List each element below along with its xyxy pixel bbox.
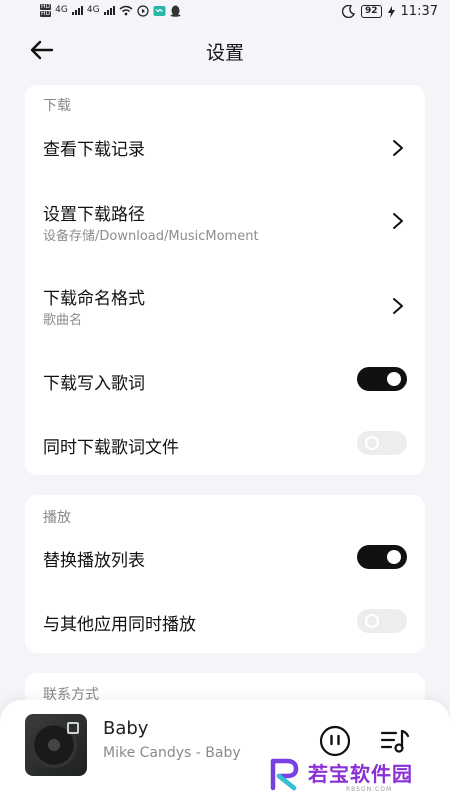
replace-playlist-toggle[interactable] bbox=[357, 545, 407, 569]
row-label: 替换播放列表 bbox=[43, 551, 145, 571]
album-logo-mark bbox=[67, 722, 79, 734]
moon-icon bbox=[342, 5, 355, 18]
playback-settings-card: 播放 替换播放列表 与其他应用同时播放 bbox=[25, 495, 425, 653]
section-title-download: 下载 bbox=[43, 98, 71, 114]
download-path-value: 设备存储/Download/MusicMoment bbox=[43, 229, 259, 244]
toggle-knob bbox=[387, 372, 401, 386]
charging-icon bbox=[387, 5, 395, 18]
section-title-playback: 播放 bbox=[43, 510, 71, 526]
row-label: 查看下载记录 bbox=[43, 140, 145, 160]
signal-icon-1 bbox=[71, 6, 83, 15]
watermark-text: 若宝软件园 bbox=[308, 762, 413, 786]
hd-label-2: HD bbox=[40, 10, 52, 17]
playlist-icon[interactable] bbox=[380, 727, 410, 755]
signal-icon-2 bbox=[103, 6, 115, 15]
write-lyrics-toggle[interactable] bbox=[357, 367, 407, 391]
pause-button-icon[interactable] bbox=[319, 725, 351, 757]
row-view-download-history[interactable]: 查看下载记录 bbox=[25, 115, 425, 181]
battery-level: 92 bbox=[361, 5, 382, 18]
tv-app-icon bbox=[153, 5, 166, 16]
mix-with-other-apps-toggle[interactable] bbox=[357, 609, 407, 633]
watermark-url: RBSGN.COM bbox=[346, 786, 393, 793]
qq-icon bbox=[170, 5, 181, 17]
watermark-logo-icon bbox=[270, 758, 299, 791]
toggle-knob bbox=[387, 550, 401, 564]
clock: 11:37 bbox=[400, 4, 438, 19]
site-watermark: 若宝软件园 RBSGN.COM bbox=[268, 757, 433, 795]
chevron-right-icon bbox=[393, 213, 403, 229]
toggle-knob bbox=[365, 436, 379, 450]
status-right-group: 92 11:37 bbox=[342, 4, 438, 19]
network-label-1: 4G bbox=[55, 5, 68, 15]
row-write-lyrics: 下载写入歌词 bbox=[25, 353, 425, 409]
row-download-lyrics-file: 同时下载歌词文件 bbox=[25, 417, 425, 473]
hd-icon: HD HD bbox=[40, 4, 52, 17]
download-lyrics-file-toggle[interactable] bbox=[357, 431, 407, 455]
page-title: 设置 bbox=[205, 42, 244, 64]
naming-format-value: 歌曲名 bbox=[43, 313, 83, 328]
chevron-right-icon bbox=[393, 140, 403, 156]
network-label-2: 4G bbox=[86, 5, 100, 15]
row-label: 下载命名格式 bbox=[43, 289, 145, 309]
row-download-naming-format[interactable]: 下载命名格式 歌曲名 bbox=[25, 269, 425, 343]
album-cover[interactable] bbox=[25, 714, 87, 776]
row-label: 同时下载歌词文件 bbox=[43, 438, 179, 458]
row-mix-with-other-apps: 与其他应用同时播放 bbox=[25, 595, 425, 651]
status-left-group: HD HD 4G 4G bbox=[40, 4, 181, 17]
row-replace-playlist: 替换播放列表 bbox=[25, 531, 425, 587]
status-bar: HD HD 4G 4G 92 11:37 bbox=[0, 0, 450, 26]
row-label: 下载写入歌词 bbox=[43, 374, 145, 394]
song-artist: Mike Candys - Baby bbox=[103, 745, 241, 761]
song-title: Baby bbox=[103, 718, 149, 739]
app-header: 设置 bbox=[0, 30, 450, 72]
download-settings-card: 下载 查看下载记录 设置下载路径 设备存储/Download/MusicMome… bbox=[25, 85, 425, 475]
row-label: 设置下载路径 bbox=[43, 205, 145, 225]
chevron-right-icon bbox=[393, 298, 403, 314]
toggle-knob bbox=[365, 614, 379, 628]
wifi-icon bbox=[119, 5, 133, 16]
play-notification-icon bbox=[136, 4, 149, 17]
row-set-download-path[interactable]: 设置下载路径 设备存储/Download/MusicMoment bbox=[25, 185, 425, 259]
row-label: 与其他应用同时播放 bbox=[43, 615, 196, 635]
